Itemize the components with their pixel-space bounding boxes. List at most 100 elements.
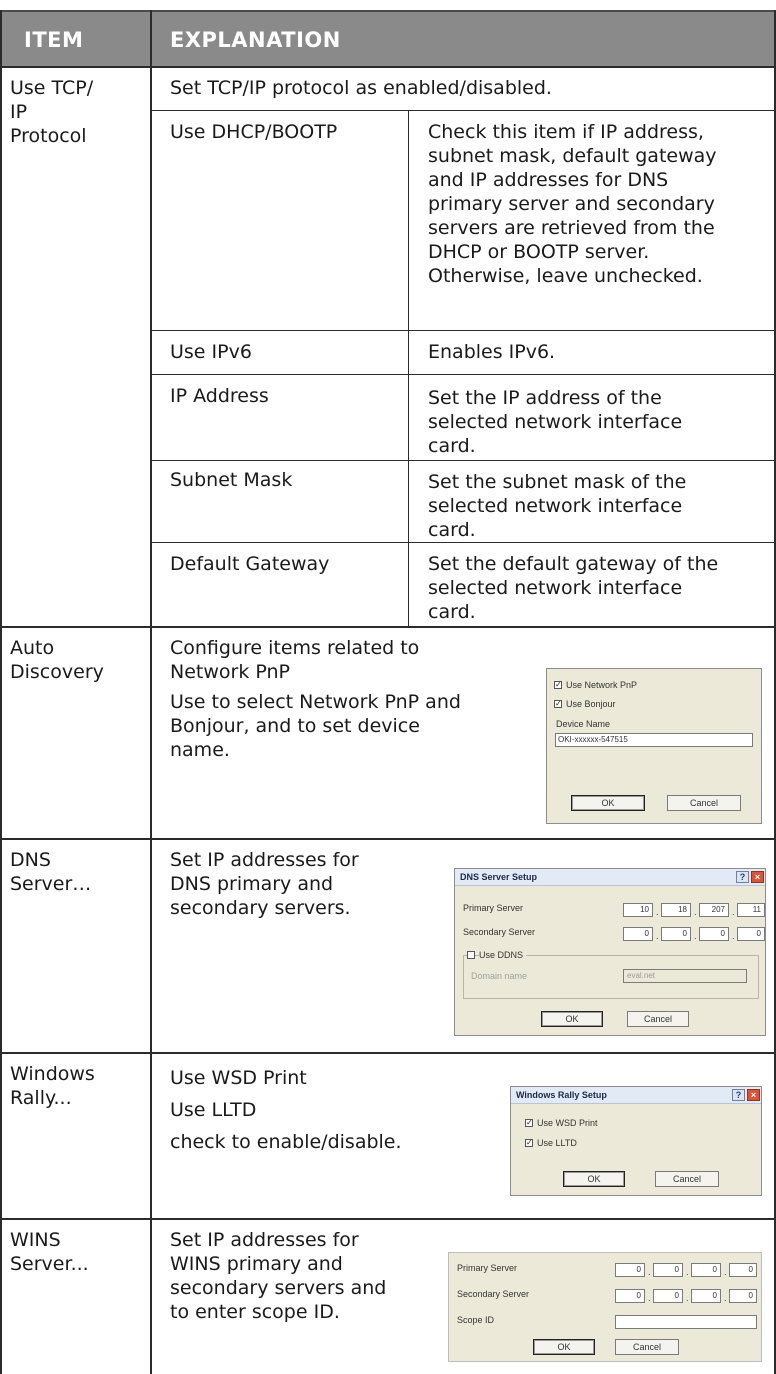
explanation-line: name. [170, 739, 230, 761]
explanation-line: Use LLTD [170, 1099, 257, 1121]
secondary-server-label: Secondary Server [457, 1289, 530, 1299]
ip-octet-field[interactable]: 0 [737, 927, 765, 941]
cancel-button[interactable]: Cancel [667, 795, 741, 811]
item-cell: Auto Discovery [10, 636, 104, 684]
ok-button[interactable]: OK [533, 1339, 595, 1355]
ip-octet-field[interactable]: 0 [615, 1263, 645, 1277]
ip-octet-field[interactable]: 0 [615, 1289, 645, 1303]
use-ddns-label: Use DDNS [479, 950, 527, 960]
close-icon[interactable]: × [747, 1089, 760, 1101]
windows-rally-dialog: Windows Rally Setup ? × ✓ Use WSD Print … [510, 1086, 762, 1196]
cancel-button[interactable]: Cancel [655, 1171, 719, 1187]
ip-octet-field[interactable]: 10 [623, 903, 653, 917]
scope-id-label: Scope ID [457, 1315, 495, 1325]
explanation-cell: Set IP addresses for WINS primary and se… [170, 1228, 386, 1324]
ip-octet-field[interactable]: 0 [699, 927, 729, 941]
primary-server-label: Primary Server [463, 903, 524, 913]
table-left-border [0, 10, 2, 1374]
explanation-line: Set IP addresses for [170, 849, 359, 871]
ip-octet-field[interactable]: 0 [653, 1263, 683, 1277]
item-text: Server… [10, 873, 92, 895]
explanation-line: secondary servers. [170, 897, 351, 919]
item-text: Protocol [10, 125, 87, 147]
item-text: DNS [10, 849, 51, 871]
checkbox[interactable]: ✓ [554, 700, 562, 708]
scope-id-input[interactable] [615, 1315, 757, 1329]
cancel-button[interactable]: Cancel [627, 1011, 689, 1027]
item-text: Server... [10, 1253, 89, 1275]
subrow-divider [150, 460, 776, 461]
close-icon[interactable]: × [751, 871, 764, 883]
ip-octet-field[interactable]: 207 [699, 903, 729, 917]
subcolumn-divider [408, 110, 409, 626]
explanation-line: card. [428, 519, 476, 541]
checkbox[interactable]: ✓ [525, 1139, 533, 1147]
ok-button[interactable]: OK [563, 1171, 625, 1187]
ok-button[interactable]: OK [541, 1011, 603, 1027]
explanation-line: Set the subnet mask of the [428, 471, 687, 493]
help-icon[interactable]: ? [732, 1089, 745, 1101]
ip-octet-field[interactable]: 0 [729, 1263, 757, 1277]
explanation-line: card. [428, 601, 476, 623]
domain-name-input[interactable]: eval.net [623, 969, 747, 983]
ip-octet-field[interactable]: 11 [737, 903, 765, 917]
item-text: Rally... [10, 1087, 72, 1109]
domain-name-label: Domain name [471, 971, 528, 981]
subrow-label: Default Gateway [170, 553, 330, 575]
subrow-divider [150, 374, 776, 375]
explanation-line: DNS primary and [170, 873, 334, 895]
table-column-divider [150, 10, 152, 1374]
item-text: WINS [10, 1229, 61, 1251]
ip-octet-field[interactable]: 0 [691, 1263, 721, 1277]
explanation-cell: Use WSD Print Use LLTD check to enable/d… [170, 1062, 402, 1158]
checkbox-label: Use Network PnP [566, 680, 638, 690]
device-name-input[interactable]: OKI-xxxxxx-547515 [555, 733, 753, 747]
item-cell: DNS Server… [10, 848, 91, 896]
item-text: Auto [10, 637, 55, 659]
cancel-button[interactable]: Cancel [615, 1339, 679, 1355]
header-item: ITEM [24, 28, 84, 52]
row-divider [0, 1052, 776, 1054]
subrow-explanation: Enables IPv6. [428, 341, 556, 363]
item-cell: WINS Server... [10, 1228, 89, 1276]
explanation-line: Configure items related to [170, 637, 420, 659]
table-header [0, 10, 776, 66]
row-divider [0, 626, 776, 628]
checkbox[interactable]: ✓ [525, 1119, 533, 1127]
item-text: IP [10, 101, 28, 123]
item-text: Use TCP/ [10, 77, 94, 99]
checkbox-label: Use LLTD [537, 1138, 577, 1148]
checkbox-label: Use Bonjour [566, 699, 616, 709]
secondary-server-label: Secondary Server [463, 927, 536, 937]
explanation-line: Bonjour, and to set device [170, 715, 420, 737]
checkbox[interactable]: ✓ [554, 681, 562, 689]
ip-octet-field[interactable]: 0 [653, 1289, 683, 1303]
subrow-label: Use IPv6 [170, 341, 252, 363]
item-cell: Windows Rally... [10, 1062, 95, 1110]
explanation-line: check to enable/disable. [170, 1131, 402, 1153]
ip-octet-field[interactable]: 0 [691, 1289, 721, 1303]
subrow-explanation: Set the subnet mask of the selected netw… [428, 470, 768, 542]
table-top-border [0, 10, 776, 12]
help-icon[interactable]: ? [736, 871, 749, 883]
ip-octet-field[interactable]: 0 [729, 1289, 757, 1303]
header-explanation: EXPLANATION [170, 28, 341, 52]
explanation-line: DHCP or BOOTP server. [428, 241, 650, 263]
explanation-line: WINS primary and [170, 1253, 343, 1275]
ip-octet-field[interactable]: 0 [661, 927, 691, 941]
item-cell: Use TCP/ IP Protocol [10, 76, 145, 148]
ok-button[interactable]: OK [571, 795, 645, 811]
explanation-line: servers are retrieved from the [428, 217, 715, 239]
ip-octet-field[interactable]: 18 [661, 903, 691, 917]
subrow-label: Use DHCP/BOOTP [170, 121, 338, 143]
checkbox[interactable] [467, 951, 475, 959]
explanation-cell: Configure items related to Network PnP U… [170, 636, 461, 762]
ip-octet-field[interactable]: 0 [623, 927, 653, 941]
explanation-line: selected network interface [428, 495, 683, 517]
subrow-divider [150, 542, 776, 543]
explanation-cell: Set IP addresses for DNS primary and sec… [170, 848, 359, 920]
subrow-explanation: Check this item if IP address, subnet ma… [428, 120, 768, 288]
item-text: Windows [10, 1063, 95, 1085]
dns-server-dialog: DNS Server Setup ? × Primary Server 10 .… [454, 868, 766, 1036]
tcp-description: Set TCP/IP protocol as enabled/disabled. [170, 77, 552, 99]
